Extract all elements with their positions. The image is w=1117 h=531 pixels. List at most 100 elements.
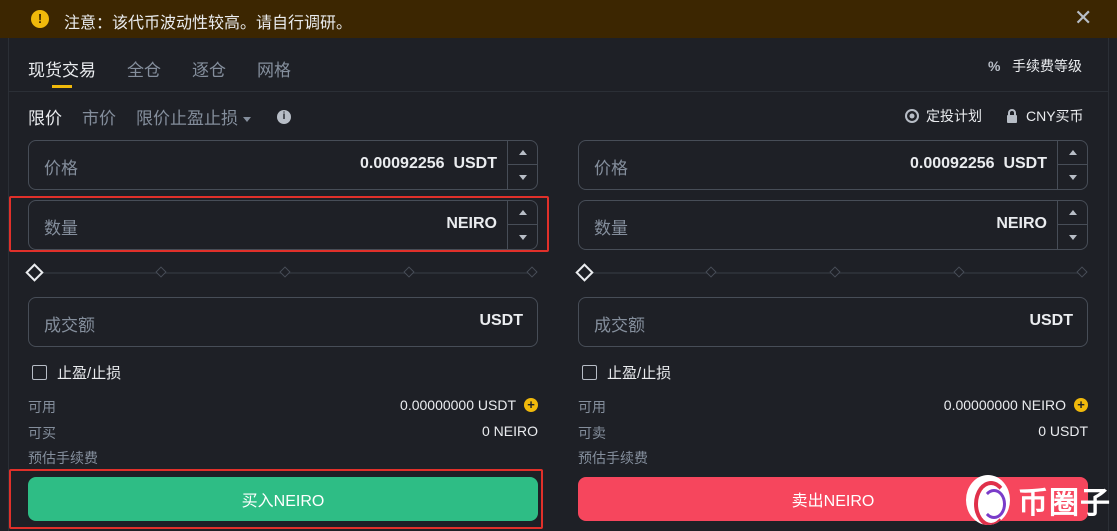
buy-price-decrement[interactable]: [508, 165, 537, 189]
plus-icon[interactable]: +: [1074, 398, 1088, 412]
tab-cross[interactable]: 全仓: [127, 56, 161, 81]
sell-available-label: 可用: [578, 399, 606, 415]
buy-available-label: 可用: [28, 399, 56, 415]
order-type-market[interactable]: 市价: [82, 104, 116, 129]
warning-bar: ! 注意：该代币波动性较高。请自行调研。 ✕: [0, 0, 1117, 38]
sell-amount-label: 数量: [594, 219, 628, 238]
sell-price-increment[interactable]: [1058, 141, 1087, 165]
tab-spot[interactable]: 现货交易: [28, 56, 96, 88]
sell-amount-increment[interactable]: [1058, 201, 1087, 225]
sell-price-stepper: [1057, 141, 1087, 189]
sell-amount-stepper: [1057, 201, 1087, 249]
buy-tpsl-row: 止盈/止损: [32, 362, 121, 383]
buy-max-label: 可买: [28, 425, 56, 441]
percent-icon: %: [988, 58, 1001, 74]
order-type-limit[interactable]: 限价: [28, 104, 62, 129]
watermark: 币圈子: [966, 472, 1116, 528]
buy-tpsl-checkbox[interactable]: [32, 365, 47, 380]
slider-tick-100[interactable]: [526, 266, 538, 278]
cny-buy-link[interactable]: CNY买币: [1004, 106, 1084, 126]
buy-total-unit: USDT: [479, 312, 523, 329]
cny-buy-label: CNY买币: [1026, 108, 1084, 124]
buy-price-stepper: [507, 141, 537, 189]
plus-icon[interactable]: +: [524, 398, 538, 412]
slider-tick-25[interactable]: [155, 266, 167, 278]
buy-price-number: 0.00092256: [360, 155, 445, 172]
right-links: 定投计划 CNY买币: [904, 106, 1084, 126]
slider-tick-25[interactable]: [705, 266, 717, 278]
tab-isolated[interactable]: 逐仓: [192, 56, 226, 81]
buy-price-label: 价格: [44, 159, 78, 178]
sell-tpsl-checkbox[interactable]: [582, 365, 597, 380]
sell-available-amount: 0.00000000 NEIRO: [943, 397, 1066, 413]
slider-handle[interactable]: [575, 263, 594, 282]
sell-available-row: 可用 0.00000000 NEIRO +: [578, 395, 1088, 415]
fee-level-label: 手续费等级: [1012, 58, 1082, 74]
buy-percent-slider[interactable]: [25, 263, 538, 283]
triangle-down-icon: [1068, 174, 1077, 180]
highlight-box-amount: [9, 196, 549, 252]
order-type-stop-limit[interactable]: 限价止盈止损: [136, 104, 251, 129]
sell-price-number: 0.00092256: [910, 155, 995, 172]
buy-max-value: 0 NEIRO: [481, 423, 538, 439]
buy-available-value: 0.00000000 USDT +: [400, 397, 538, 413]
order-type-tabs: 限价 市价 限价止盈止损 i: [28, 104, 291, 129]
sell-fee-label: 预估手续费: [578, 450, 648, 466]
slider-tick-50[interactable]: [279, 266, 291, 278]
buy-available-amount: 0.00000000 USDT: [400, 397, 516, 413]
fee-level-link[interactable]: % 手续费等级: [988, 56, 1082, 76]
divider: [9, 91, 1108, 92]
sell-max-label: 可卖: [578, 425, 606, 441]
sell-available-value: 0.00000000 NEIRO +: [944, 397, 1088, 413]
triangle-up-icon: [518, 150, 527, 155]
sell-amount-input[interactable]: 数量 NEIRO: [578, 200, 1088, 250]
slider-tick-50[interactable]: [829, 266, 841, 278]
buy-price-input[interactable]: 价格 0.00092256 USDT: [28, 140, 538, 190]
sell-total-unit: USDT: [1029, 312, 1073, 329]
slider-tick-75[interactable]: [953, 266, 965, 278]
sell-price-decrement[interactable]: [1058, 165, 1087, 189]
order-type-stop-limit-label: 限价止盈止损: [136, 109, 238, 128]
warning-icon: !: [31, 10, 49, 28]
sell-price-input[interactable]: 价格 0.00092256 USDT: [578, 140, 1088, 190]
sell-total-input[interactable]: 成交额 USDT: [578, 297, 1088, 347]
sell-total-label: 成交额: [594, 316, 645, 335]
sell-price-label: 价格: [594, 159, 628, 178]
triangle-down-icon: [518, 174, 527, 180]
info-icon[interactable]: i: [277, 109, 291, 124]
sell-price-unit: USDT: [1003, 155, 1047, 172]
warning-text: 注意：该代币波动性较高。请自行调研。: [64, 15, 353, 32]
lock-icon: [1007, 109, 1017, 123]
close-icon[interactable]: ✕: [1074, 5, 1092, 31]
dca-plan-link[interactable]: 定投计划: [904, 106, 982, 126]
eye-icon: [905, 109, 919, 123]
dca-plan-label: 定投计划: [926, 108, 982, 124]
buy-tpsl-label: 止盈/止损: [57, 365, 122, 382]
buy-price-unit: USDT: [453, 155, 497, 172]
buy-price-increment[interactable]: [508, 141, 537, 165]
tab-grid[interactable]: 网格: [257, 56, 291, 81]
buy-total-label: 成交额: [44, 316, 95, 335]
triangle-up-icon: [1068, 150, 1077, 155]
buy-total-input[interactable]: 成交额 USDT: [28, 297, 538, 347]
highlight-box-buy-button: [9, 469, 543, 529]
buy-fee-row: 预估手续费: [28, 446, 538, 466]
watermark-logo-icon: [966, 475, 1010, 525]
watermark-text: 币圈子: [1018, 487, 1111, 520]
slider-tick-100[interactable]: [1076, 266, 1088, 278]
sell-amount-decrement[interactable]: [1058, 225, 1087, 249]
triangle-up-icon: [1068, 210, 1077, 215]
sell-tpsl-row: 止盈/止损: [582, 362, 671, 383]
trade-mode-tabs: 现货交易 全仓 逐仓 网格: [28, 56, 322, 88]
sell-fee-row: 预估手续费: [578, 446, 1088, 466]
sell-price-value: 0.00092256 USDT: [910, 155, 1047, 173]
buy-available-row: 可用 0.00000000 USDT +: [28, 395, 538, 415]
slider-handle[interactable]: [25, 263, 44, 282]
triangle-down-icon: [1068, 234, 1077, 240]
buy-max-row: 可买 0 NEIRO: [28, 421, 538, 441]
sell-amount-unit: NEIRO: [996, 215, 1047, 232]
sell-max-value: 0 USDT: [1038, 423, 1088, 439]
slider-tick-75[interactable]: [403, 266, 415, 278]
sell-percent-slider[interactable]: [575, 263, 1088, 283]
sell-tpsl-label: 止盈/止损: [607, 365, 672, 382]
